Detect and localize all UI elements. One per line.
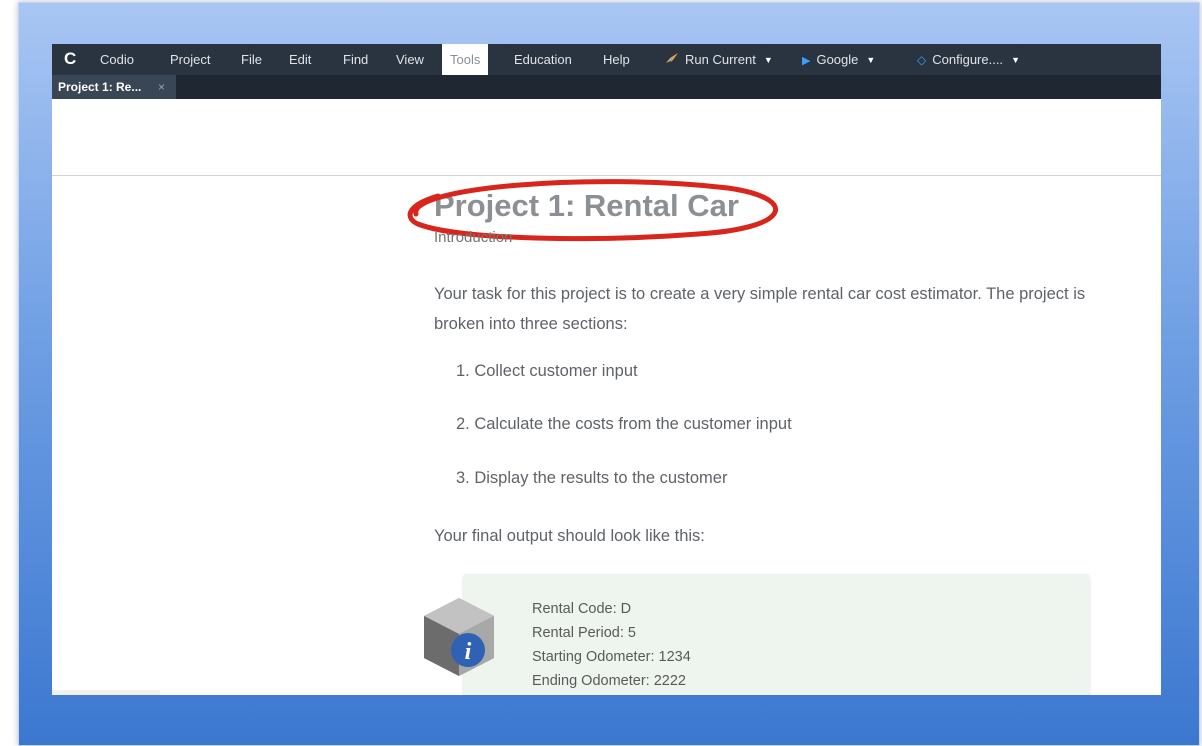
- play-triangle-icon: ▶: [802, 55, 811, 67]
- menu-tools[interactable]: Tools: [442, 44, 489, 75]
- run-current-label: Run Current: [685, 52, 756, 67]
- output-line: Starting Odometer: 1234: [532, 649, 691, 665]
- menu-edit[interactable]: Edit: [289, 44, 311, 75]
- codio-window: C Codio Project File Edit Find View Tool…: [52, 44, 1161, 695]
- menu-codio[interactable]: Codio: [100, 44, 134, 75]
- menu-view[interactable]: View: [396, 44, 424, 75]
- close-icon[interactable]: ×: [158, 75, 165, 99]
- tab-project-1[interactable]: Project 1: Re... ×: [52, 75, 176, 99]
- intro-paragraph: Your task for this project is to create …: [434, 285, 1086, 333]
- configure-button[interactable]: ◇ Configure.... ▼: [917, 44, 1020, 75]
- final-output-paragraph: Your final output should look like this:: [434, 527, 705, 545]
- list-item: 1. Collect customer input: [456, 362, 638, 380]
- menu-bar: C Codio Project File Edit Find View Tool…: [52, 44, 1161, 75]
- menu-education[interactable]: Education: [514, 44, 572, 75]
- tab-bar: Project 1: Re... ×: [52, 75, 1161, 99]
- rocket-icon: [665, 44, 679, 75]
- menu-file[interactable]: File: [241, 44, 262, 75]
- chevron-down-icon: ▼: [1011, 55, 1020, 65]
- sample-output-lines: Rental Code: D Rental Period: 5 Starting…: [532, 597, 691, 693]
- menu-help[interactable]: Help: [603, 44, 630, 75]
- chevron-down-icon: ▼: [866, 55, 876, 65]
- google-run-button[interactable]: ▶ Google ▼: [802, 44, 875, 75]
- menu-find[interactable]: Find: [343, 44, 368, 75]
- google-label: Google: [816, 52, 859, 67]
- info-hexagon-icon: i: [424, 598, 494, 676]
- output-line: Rental Period: 5: [532, 625, 636, 641]
- list-item: 3. Display the results to the customer: [456, 469, 728, 487]
- output-line: Ending Odometer: 2222: [532, 673, 686, 689]
- svg-text:i: i: [465, 639, 472, 665]
- codio-logo-icon[interactable]: C: [64, 50, 80, 68]
- tab-label: Project 1: Re...: [58, 80, 142, 94]
- run-current-button[interactable]: Run Current ▼: [665, 44, 773, 75]
- menu-project[interactable]: Project: [170, 44, 210, 75]
- horizontal-scrollbar[interactable]: [52, 690, 160, 695]
- diamond-icon: ◇: [917, 53, 927, 67]
- section-heading: Introduction: [434, 229, 513, 246]
- chevron-down-icon: ▼: [763, 55, 773, 65]
- output-line: Rental Code: D: [532, 601, 632, 617]
- configure-label: Configure....: [932, 52, 1004, 67]
- list-item: 2. Calculate the costs from the customer…: [456, 415, 792, 433]
